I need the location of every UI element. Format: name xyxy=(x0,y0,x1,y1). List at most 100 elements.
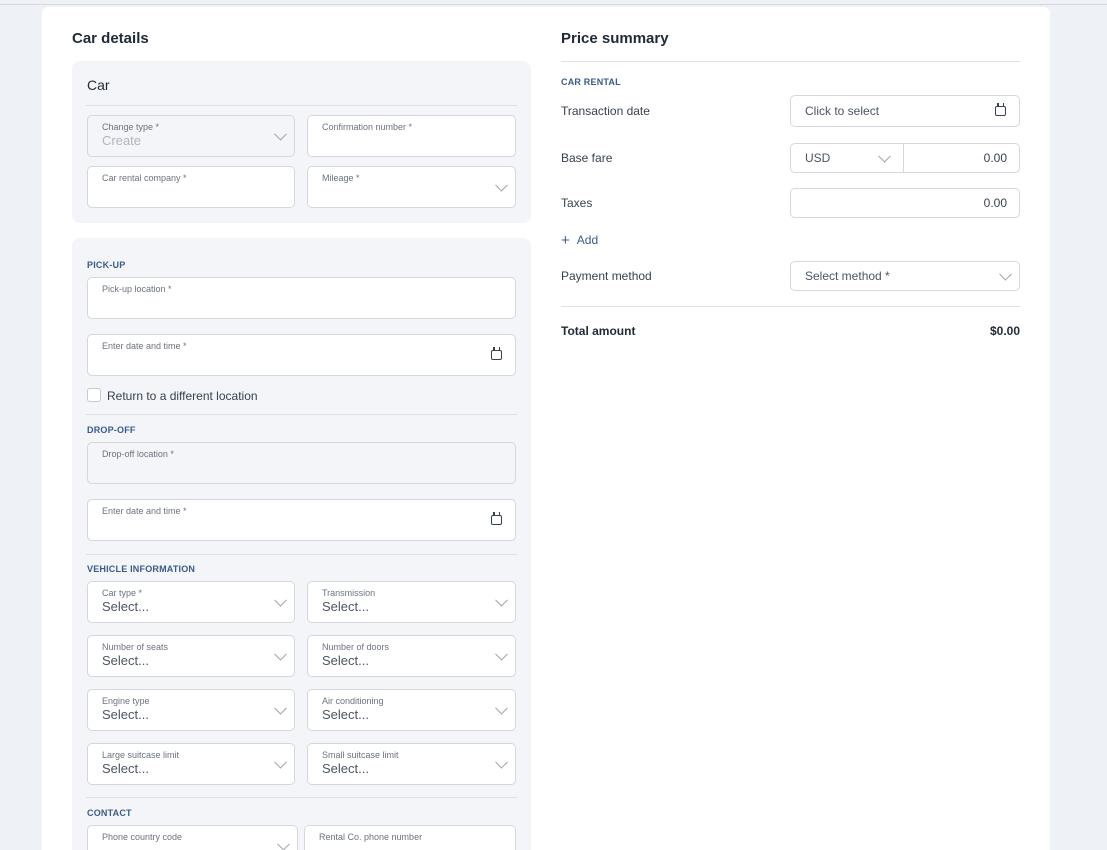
car-rental-section-title: CAR RENTAL xyxy=(561,77,621,87)
chevron-down-icon xyxy=(878,149,891,163)
chevron-down-icon xyxy=(274,593,287,607)
change-type-label: Change type * xyxy=(102,122,160,132)
change-type-value: Create xyxy=(102,133,142,148)
taxes-amount-input[interactable]: 0.00 xyxy=(790,188,1020,218)
transaction-date-input[interactable]: Click to select xyxy=(790,95,1020,127)
add-button[interactable]: + Add xyxy=(561,232,598,248)
total-amount-label: Total amount xyxy=(561,324,636,338)
small-suitcase-value: Select... xyxy=(322,761,369,776)
doors-value: Select... xyxy=(322,653,369,668)
seats-value: Select... xyxy=(102,653,149,668)
car-type-select[interactable]: Car type * Select... xyxy=(87,581,295,623)
price-summary-title: Price summary xyxy=(561,30,669,47)
pickup-datetime-label: Enter date and time * xyxy=(102,341,187,351)
car-details-title: Car details xyxy=(72,30,149,47)
add-button-label: Add xyxy=(576,233,599,247)
engine-type-select[interactable]: Engine type Select... xyxy=(87,689,295,731)
chevron-down-icon xyxy=(495,593,508,607)
chevron-down-icon xyxy=(495,755,508,769)
divider xyxy=(86,105,517,106)
large-suitcase-select[interactable]: Large suitcase limit Select... xyxy=(87,743,295,785)
seats-label: Number of seats xyxy=(102,642,169,652)
chevron-down-icon xyxy=(495,701,508,715)
small-suitcase-select[interactable]: Small suitcase limit Select... xyxy=(307,743,516,785)
dropoff-location-input[interactable]: Drop-off location * xyxy=(87,442,516,484)
chevron-down-icon xyxy=(495,178,508,192)
divider xyxy=(86,554,517,555)
doors-label: Number of doors xyxy=(322,642,390,652)
vehicle-section-title: VEHICLE INFORMATION xyxy=(87,564,196,574)
air-conditioning-label: Air conditioning xyxy=(322,696,384,706)
pickup-section-title: PICK-UP xyxy=(87,260,126,270)
top-border xyxy=(0,4,1107,5)
chevron-down-icon xyxy=(274,647,287,661)
divider xyxy=(86,797,517,798)
transmission-value: Select... xyxy=(322,599,369,614)
air-conditioning-value: Select... xyxy=(322,707,369,722)
divider xyxy=(86,414,517,415)
calendar-icon[interactable] xyxy=(491,347,502,360)
confirmation-number-input[interactable]: Confirmation number * xyxy=(307,115,516,157)
rental-phone-input[interactable]: Rental Co. phone number xyxy=(304,825,516,850)
return-different-checkbox[interactable] xyxy=(87,388,101,402)
payment-method-select[interactable]: Select method * xyxy=(790,261,1020,291)
chevron-down-icon xyxy=(495,647,508,661)
transmission-label: Transmission xyxy=(322,588,376,598)
return-different-label: Return to a different location xyxy=(107,389,258,403)
dropoff-datetime-label: Enter date and time * xyxy=(102,506,187,516)
currency-select[interactable]: USD xyxy=(790,143,904,173)
transaction-date-label: Transaction date xyxy=(561,104,650,118)
engine-type-value: Select... xyxy=(102,707,149,722)
divider xyxy=(561,306,1020,307)
base-fare-amount: 0.00 xyxy=(983,151,1007,165)
contact-section-title: CONTACT xyxy=(87,808,132,818)
car-rental-company-input[interactable]: Car rental company * xyxy=(87,166,295,208)
taxes-label: Taxes xyxy=(561,196,593,210)
transmission-select[interactable]: Transmission Select... xyxy=(307,581,516,623)
base-fare-label: Base fare xyxy=(561,151,613,165)
small-suitcase-label: Small suitcase limit xyxy=(322,750,399,760)
dropoff-location-label: Drop-off location * xyxy=(102,449,174,459)
main-card: Car details Car Change type * Create Con… xyxy=(42,7,1050,850)
payment-method-placeholder: Select method * xyxy=(805,269,890,283)
chevron-down-icon xyxy=(274,701,287,715)
confirmation-number-label: Confirmation number * xyxy=(322,122,413,132)
trip-panel: PICK-UP Pick-up location * Enter date an… xyxy=(72,238,531,850)
phone-country-code-label: Phone country code xyxy=(102,832,183,842)
engine-type-label: Engine type xyxy=(102,696,150,706)
base-fare-amount-input[interactable]: 0.00 xyxy=(903,143,1020,173)
total-amount-value: $0.00 xyxy=(989,324,1020,338)
currency-value: USD xyxy=(805,151,831,165)
taxes-amount: 0.00 xyxy=(983,196,1007,210)
transaction-date-placeholder: Click to select xyxy=(805,104,880,118)
change-type-select[interactable]: Change type * Create xyxy=(87,115,295,157)
large-suitcase-label: Large suitcase limit xyxy=(102,750,180,760)
rental-phone-label: Rental Co. phone number xyxy=(319,832,423,842)
car-rental-company-label: Car rental company * xyxy=(102,173,187,183)
pickup-datetime-input[interactable]: Enter date and time * xyxy=(87,334,516,376)
seats-select[interactable]: Number of seats Select... xyxy=(87,635,295,677)
doors-select[interactable]: Number of doors Select... xyxy=(307,635,516,677)
chevron-down-icon xyxy=(277,837,290,850)
chevron-down-icon xyxy=(999,267,1012,281)
mileage-select[interactable]: Mileage * xyxy=(307,166,516,208)
chevron-down-icon xyxy=(274,127,287,141)
car-panel: Car Change type * Create Confirmation nu… xyxy=(72,61,531,223)
large-suitcase-value: Select... xyxy=(102,761,149,776)
plus-icon: + xyxy=(561,231,570,249)
calendar-icon[interactable] xyxy=(995,103,1006,116)
car-type-label: Car type * xyxy=(102,588,143,598)
dropoff-datetime-input[interactable]: Enter date and time * xyxy=(87,499,516,541)
mileage-label: Mileage * xyxy=(322,173,360,183)
phone-country-code-select[interactable]: Phone country code xyxy=(87,825,298,850)
dropoff-section-title: DROP-OFF xyxy=(87,425,136,435)
car-panel-title: Car xyxy=(87,77,110,93)
air-conditioning-select[interactable]: Air conditioning Select... xyxy=(307,689,516,731)
divider xyxy=(561,61,1020,62)
chevron-down-icon xyxy=(274,755,287,769)
pickup-location-input[interactable]: Pick-up location * xyxy=(87,277,516,319)
car-type-value: Select... xyxy=(102,599,149,614)
payment-method-label: Payment method xyxy=(561,269,652,283)
calendar-icon[interactable] xyxy=(491,512,502,525)
pickup-location-label: Pick-up location * xyxy=(102,284,172,294)
